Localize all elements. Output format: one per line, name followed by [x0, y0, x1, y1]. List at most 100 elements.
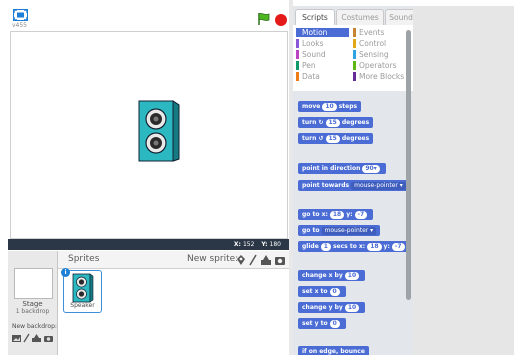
block-input[interactable]: 18	[367, 243, 382, 251]
block-list: move 10 steps turn ↻ 15 degrees turn ↺ 15 degr…	[293, 92, 413, 355]
block-input[interactable]: 18	[329, 211, 345, 219]
block-text: steps	[338, 103, 358, 110]
scratch-editor: v455 X: 152 Y: 180 Stage 1 backdrop New …	[0, 0, 514, 355]
y-value: 180	[269, 241, 281, 248]
blocks-palette: Scripts Costumes Sounds Motion Events Lo…	[293, 6, 421, 355]
rotate-clockwise-icon: ↻	[318, 119, 324, 126]
sprite-tile-speaker[interactable]: i Speaker	[61, 268, 102, 313]
stage-selector[interactable]: Stage 1 backdrop New backdrop:	[8, 251, 58, 355]
camera-backdrop-icon[interactable]	[44, 336, 53, 342]
sprite-list: i Speaker	[58, 268, 289, 355]
sprite-name: Speaker	[70, 302, 95, 309]
backdrop-tools	[12, 333, 53, 343]
block-text: move	[302, 103, 321, 110]
fullscreen-icon	[13, 9, 28, 21]
tab-costumes[interactable]: Costumes	[336, 9, 384, 25]
block-move[interactable]: move 10 steps	[298, 101, 362, 112]
block-input[interactable]: 15	[325, 119, 340, 127]
category-events[interactable]: Events	[353, 28, 409, 37]
block-glide[interactable]: glide 1 secs to x: 18 y: -7	[298, 241, 411, 252]
mouse-coordinates: X: 152 Y: 180	[8, 239, 289, 250]
category-data[interactable]: Data	[296, 72, 349, 81]
block-change-y[interactable]: change y by 10	[298, 302, 366, 313]
block-text: turn	[302, 135, 317, 142]
block-text: point in direction	[302, 165, 361, 172]
new-sprite-tools	[237, 254, 285, 266]
block-turn-left[interactable]: turn ↺ 15 degrees	[298, 133, 374, 144]
category-control[interactable]: Control	[353, 39, 409, 48]
block-go-to-xy[interactable]: go to x: 18 y: -7	[298, 209, 374, 220]
sprites-pane: Stage 1 backdrop New backdrop: Sprites N…	[8, 251, 289, 355]
upload-backdrop-icon[interactable]	[32, 334, 41, 342]
block-set-y[interactable]: set y to 0	[298, 318, 346, 329]
block-go-to[interactable]: go to mouse-pointer ▾	[298, 225, 381, 236]
block-input[interactable]: -7	[354, 211, 368, 219]
tab-scripts[interactable]: Scripts	[295, 9, 335, 25]
y-label: Y:	[261, 241, 268, 248]
category-more-blocks[interactable]: More Blocks	[353, 72, 409, 81]
stage-toolbar: v455	[6, 6, 289, 32]
block-input[interactable]: 0	[329, 320, 340, 328]
category-motion[interactable]: Motion	[296, 28, 349, 37]
block-input[interactable]: 1	[320, 243, 331, 251]
block-text: y:	[383, 243, 390, 250]
block-text: if on edge, bounce	[302, 348, 365, 355]
category-sensing[interactable]: Sensing	[353, 50, 409, 59]
block-text: change x by	[302, 272, 343, 279]
block-change-x[interactable]: change x by 10	[298, 270, 366, 281]
block-text: degrees	[341, 135, 370, 142]
block-input[interactable]: 10	[344, 304, 360, 312]
category-sound[interactable]: Sound	[296, 50, 349, 59]
paint-backdrop-icon[interactable]	[23, 333, 30, 343]
category-pen[interactable]: Pen	[296, 61, 349, 70]
block-turn-right[interactable]: turn ↻ 15 degrees	[298, 117, 374, 128]
category-operators[interactable]: Operators	[353, 61, 409, 70]
block-dropdown[interactable]: mouse-pointer ▾	[321, 227, 377, 235]
version-label: v455	[12, 22, 28, 29]
speaker-thumbnail	[72, 273, 94, 303]
block-point-direction[interactable]: point in direction 90▾	[298, 163, 386, 174]
block-point-towards[interactable]: point towards mouse-pointer ▾	[298, 180, 410, 191]
palette-scrollbar[interactable]	[406, 30, 411, 300]
block-set-x[interactable]: set x to 0	[298, 286, 346, 297]
block-text: go to	[302, 227, 320, 234]
small-stage-button[interactable]: v455	[11, 7, 33, 31]
x-label: X:	[233, 241, 241, 248]
paint-sprite-icon[interactable]	[249, 254, 257, 266]
stage-thumbnail[interactable]	[14, 268, 53, 299]
block-input[interactable]: 15	[325, 135, 340, 143]
stop-button[interactable]	[275, 14, 287, 26]
block-text: set y to	[302, 320, 328, 327]
scripts-area[interactable]	[413, 6, 514, 355]
sprite-info-icon[interactable]: i	[61, 268, 70, 277]
sprite-library-icon[interactable]	[237, 255, 245, 265]
block-input[interactable]: 90▾	[362, 165, 380, 173]
block-categories: Motion Events Looks Control Sound Sensin…	[293, 25, 413, 91]
block-input[interactable]: -7	[391, 243, 405, 251]
block-input[interactable]: 0	[329, 288, 340, 296]
new-backdrop-label: New backdrop:	[12, 323, 57, 330]
upload-sprite-icon[interactable]	[261, 255, 271, 265]
stage-canvas[interactable]	[10, 31, 288, 239]
editor-tabs: Scripts Costumes Sounds	[293, 6, 421, 25]
new-sprite-label: New sprite:	[187, 254, 239, 264]
block-input[interactable]: 10	[322, 103, 337, 111]
block-text: change y by	[302, 304, 343, 311]
backdrop-library-icon[interactable]	[12, 335, 21, 342]
sprites-header: Sprites New sprite:	[58, 251, 289, 269]
speaker-sprite[interactable]	[133, 97, 183, 163]
green-flag-icon[interactable]	[257, 12, 271, 26]
block-dropdown[interactable]: mouse-pointer ▾	[351, 182, 406, 190]
block-input[interactable]: 10	[344, 272, 360, 280]
stage-label: Stage	[22, 300, 43, 308]
block-text: point towards	[302, 182, 350, 189]
block-bounce[interactable]: if on edge, bounce	[298, 346, 369, 355]
category-looks[interactable]: Looks	[296, 39, 349, 48]
sprites-title: Sprites	[68, 254, 100, 264]
block-text: set x to	[302, 288, 328, 295]
block-text: turn	[302, 119, 317, 126]
block-text: glide	[302, 243, 319, 250]
block-text: secs to x:	[332, 243, 366, 250]
block-text: degrees	[341, 119, 370, 126]
camera-sprite-icon[interactable]	[275, 257, 285, 265]
